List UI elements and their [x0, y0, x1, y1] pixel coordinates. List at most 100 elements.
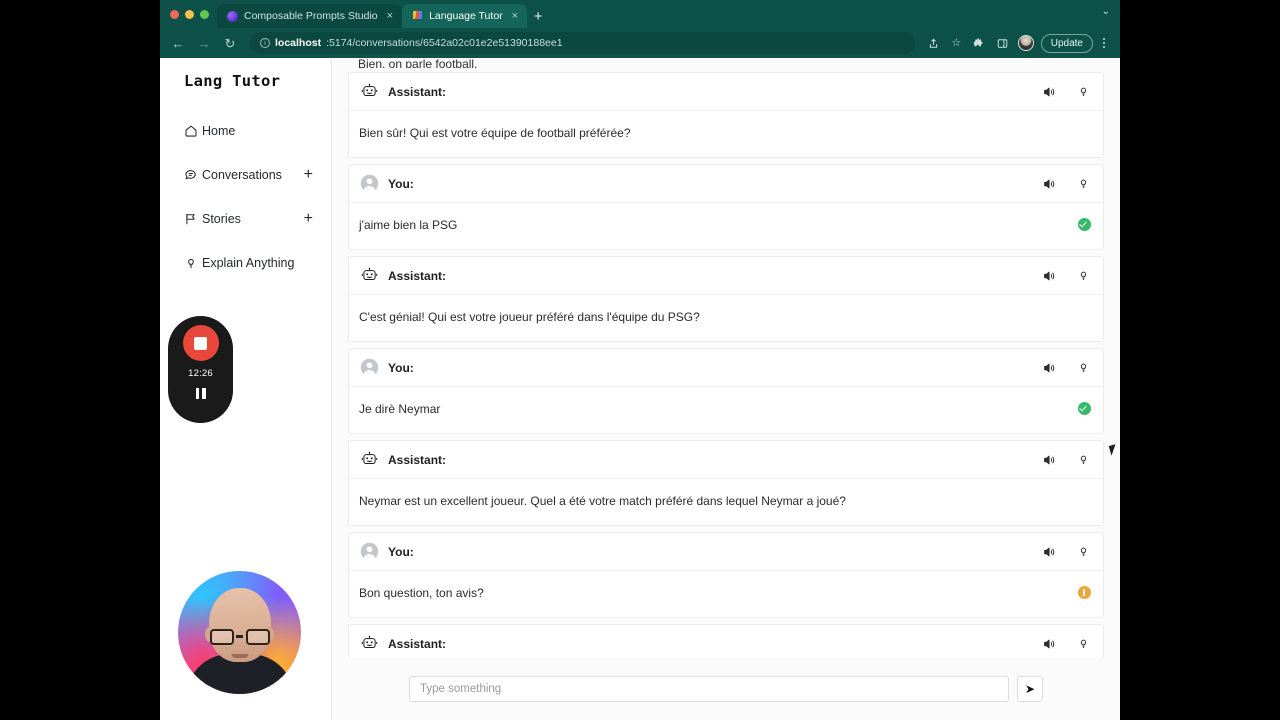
status-badge-warning — [1078, 586, 1091, 599]
webcam-self-view[interactable] — [178, 571, 301, 694]
message-text: Bon question, ton avis? — [359, 586, 484, 600]
message-header: Assistant: — [349, 73, 1103, 111]
message-body: j'aime bien la PSG — [349, 203, 1103, 249]
speaker-icon[interactable] — [1041, 360, 1057, 376]
message-header: You: — [349, 349, 1103, 387]
message-text: Neymar est un excellent joueur. Quel a é… — [359, 494, 846, 508]
screen: Composable Prompts Studio × Language Tut… — [0, 0, 1280, 720]
lightbulb-icon[interactable] — [1075, 636, 1091, 652]
speaker-icon[interactable] — [1041, 636, 1057, 652]
speaker-icon[interactable] — [1041, 176, 1057, 192]
site-info-icon[interactable]: i — [260, 38, 270, 48]
page-viewport: Lang Tutor Home Conversations + Stories … — [160, 58, 1120, 720]
message-body: C'est génial! Qui est votre joueur préfé… — [349, 295, 1103, 341]
minimize-window-button[interactable] — [185, 9, 194, 19]
browser-tab-composable-prompts-studio[interactable]: Composable Prompts Studio × — [217, 4, 403, 28]
url-host: localhost — [275, 37, 322, 49]
stop-recording-button[interactable] — [182, 325, 219, 361]
message-header: You: — [349, 533, 1103, 571]
message-row: You: — [348, 348, 1104, 434]
message-row: Assistant: — [348, 72, 1104, 158]
address-bar[interactable]: i localhost :5174/conversations/6542a02c0… — [250, 32, 915, 54]
browser-window: Composable Prompts Studio × Language Tut… — [160, 0, 1120, 720]
message-row: Assistant: — [348, 256, 1104, 342]
user-icon — [359, 358, 379, 378]
message-header: Assistant: — [349, 257, 1103, 295]
recording-widget: 12:26 — [168, 316, 233, 423]
side-panel-icon[interactable] — [992, 33, 1013, 54]
message-header: Assistant: — [349, 625, 1103, 658]
message-body: Bon question, ton avis? — [349, 571, 1103, 617]
message-role: Assistant: — [388, 452, 447, 467]
sidebar-item-home[interactable]: Home — [160, 114, 331, 148]
browser-toolbar: ← → ↻ i localhost :5174/conversations/654… — [160, 28, 1120, 58]
message-header: You: — [349, 165, 1103, 203]
speaker-icon[interactable] — [1041, 544, 1057, 560]
tab-title: Composable Prompts Studio — [244, 10, 378, 22]
sidebar-item-label: Stories — [202, 212, 241, 226]
recording-timer: 12:26 — [188, 368, 213, 379]
pause-recording-button[interactable] — [195, 388, 206, 399]
message-header: Assistant: — [349, 441, 1103, 479]
flag-icon — [412, 10, 423, 22]
tab-title: Language Tutor — [429, 10, 503, 22]
avatar[interactable] — [1017, 35, 1034, 51]
speaker-icon[interactable] — [1041, 84, 1057, 100]
kebab-menu-icon[interactable] — [1096, 33, 1112, 54]
message-body: Neymar est un excellent joueur. Quel a é… — [349, 479, 1103, 525]
message-input[interactable] — [409, 676, 1009, 702]
lightbulb-icon[interactable] — [1075, 268, 1091, 284]
lightbulb-icon[interactable] — [1075, 544, 1091, 560]
extensions-puzzle-icon[interactable] — [969, 33, 990, 54]
person-head — [208, 588, 271, 662]
message-text: Je dirè Neymar — [359, 402, 441, 416]
home-icon — [184, 124, 202, 138]
lightbulb-icon[interactable] — [1075, 84, 1091, 100]
message-row: Assistant: — [348, 624, 1104, 658]
url-path: :5174/conversations/6542a02c01e2e5139018… — [326, 37, 563, 49]
robot-icon — [359, 450, 379, 470]
share-icon[interactable] — [923, 33, 944, 54]
add-story-button[interactable]: + — [304, 211, 313, 227]
back-button[interactable]: ← — [166, 31, 190, 55]
forward-button[interactable]: → — [192, 31, 216, 55]
reload-button[interactable]: ↻ — [218, 31, 242, 55]
speaker-icon[interactable] — [1041, 268, 1057, 284]
message-actions — [1041, 268, 1091, 284]
new-tab-button[interactable]: + — [527, 4, 549, 28]
sidebar-item-stories[interactable]: Stories + — [160, 202, 331, 236]
sidebar-item-conversations[interactable]: Conversations + — [160, 158, 331, 192]
sidebar-item-explain-anything[interactable]: Explain Anything — [160, 246, 331, 280]
send-button[interactable]: ➤ — [1017, 676, 1043, 702]
lightbulb-icon[interactable] — [1075, 360, 1091, 376]
message-actions — [1041, 452, 1091, 468]
robot-icon — [359, 266, 379, 286]
message-role: You: — [388, 360, 414, 375]
close-tab-icon[interactable]: × — [511, 10, 519, 22]
maximize-window-button[interactable] — [200, 9, 209, 19]
message-row: You: — [348, 164, 1104, 250]
window-traffic-lights — [168, 0, 217, 28]
message-body: Je dirè Neymar — [349, 387, 1103, 433]
message-list[interactable]: Bien, on parle football. Assistant: Bien… — [332, 58, 1120, 658]
sidebar-item-label: Conversations — [202, 168, 282, 182]
lightbulb-icon[interactable] — [1075, 176, 1091, 192]
message-text: Bien sûr! Qui est votre équipe de footba… — [359, 126, 631, 140]
purple-orb-icon — [227, 10, 238, 22]
bookmark-star-icon[interactable]: ☆ — [946, 33, 967, 54]
browser-tab-language-tutor[interactable]: Language Tutor × — [402, 4, 528, 28]
add-conversation-button[interactable]: + — [304, 167, 313, 183]
message-actions — [1041, 544, 1091, 560]
close-tab-icon[interactable]: × — [386, 10, 394, 22]
message-role: Assistant: — [388, 268, 447, 283]
chevron-down-icon[interactable]: ⌄ — [1102, 7, 1110, 17]
update-button[interactable]: Update — [1040, 33, 1093, 53]
close-window-button[interactable] — [170, 9, 179, 19]
user-icon — [359, 174, 379, 194]
lightbulb-icon[interactable] — [1075, 452, 1091, 468]
speaker-icon[interactable] — [1041, 452, 1057, 468]
sidebar-item-label: Explain Anything — [202, 256, 295, 270]
sidebar-item-label: Home — [202, 124, 236, 138]
tab-strip: Composable Prompts Studio × Language Tut… — [160, 0, 1120, 28]
robot-icon — [359, 82, 379, 102]
